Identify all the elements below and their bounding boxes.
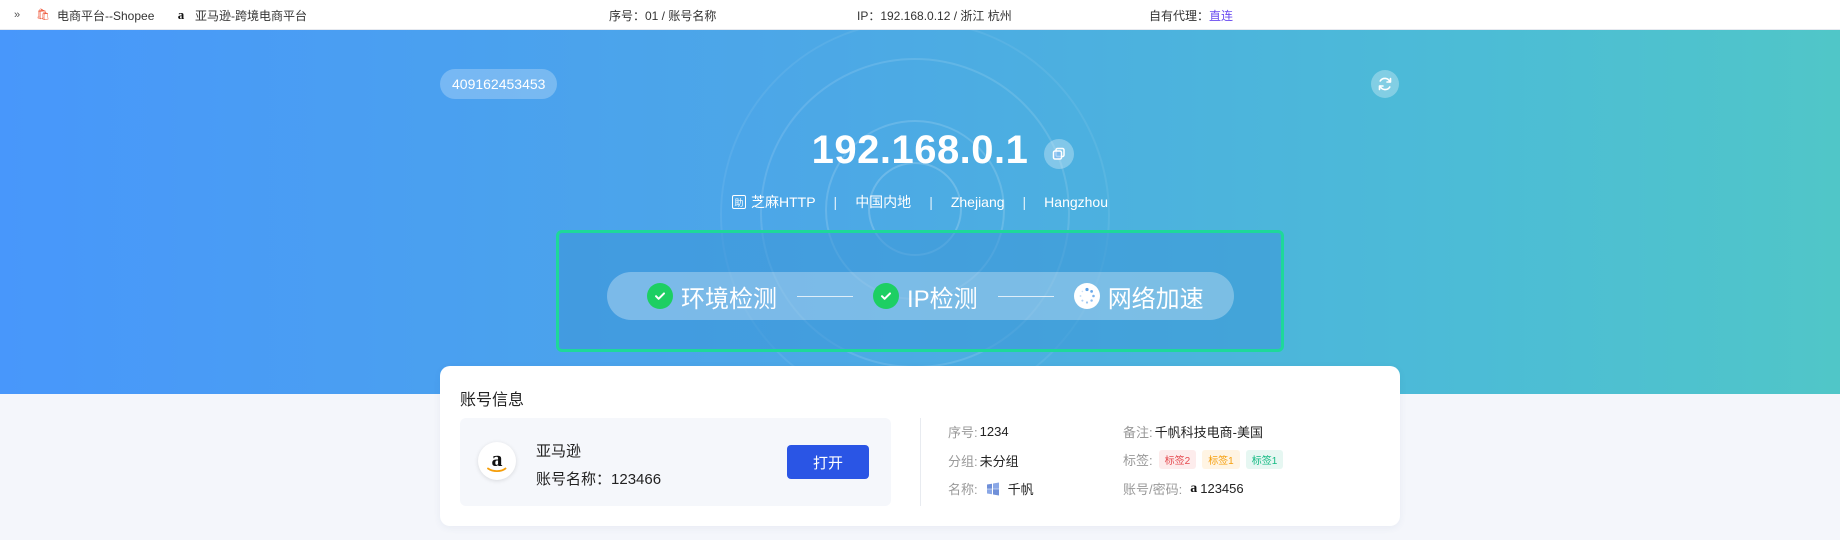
tab-amazon-label: 亚马逊-跨境电商平台: [195, 8, 307, 23]
platform-panel: a 亚马逊 账号名称：123466 打开: [460, 418, 891, 506]
account-info-card: 账号信息 a 亚马逊 账号名称：123466 打开 序号: 1234 分组: 未…: [440, 366, 1400, 526]
loading-spinner-icon: [1073, 283, 1100, 309]
amazon-icon: a: [177, 7, 185, 22]
tags-label: 标签:: [1123, 453, 1153, 468]
check-circle-icon: [647, 283, 673, 309]
step-environment-check: 环境检测: [647, 279, 777, 314]
tag-badge: 标签1: [1245, 450, 1284, 469]
ip-meta-row: 助 芝麻HTTP | 中国内地 | Zhejiang | Hangzhou: [0, 192, 1840, 212]
detection-panel: 环境检测 IP检测 网络加速: [556, 230, 1284, 352]
provider-icon: 助: [731, 195, 746, 209]
amazon-icon: a: [1190, 480, 1198, 496]
name-value: 千帆: [1007, 482, 1034, 497]
divider: [920, 418, 921, 506]
separator: |: [929, 194, 933, 210]
tab-shopee[interactable]: 🛍 电商平台--Shopee: [36, 0, 154, 30]
ip-address-display: 192.168.0.1: [811, 128, 1029, 172]
group-label: 分组:: [948, 454, 978, 469]
top-bar: » 🛍 电商平台--Shopee a 亚马逊-跨境电商平台 序号：01 / 账号…: [0, 0, 1840, 30]
shopee-bag-icon: 🛍: [36, 9, 50, 21]
windows-icon: [986, 482, 999, 495]
name-label: 名称:: [948, 482, 978, 497]
ip-location-info: IP：192.168.0.12 / 浙江 杭州: [857, 8, 1012, 23]
step-connector: [997, 295, 1054, 297]
note-label: 备注:: [1123, 425, 1153, 440]
serial-label: 序号:: [948, 425, 978, 440]
card-title: 账号信息: [460, 392, 525, 409]
name-field: 名称: 千帆: [948, 479, 1034, 498]
refresh-icon: [1378, 77, 1392, 91]
step-network-acceleration: 网络加速: [1073, 279, 1204, 314]
proxy-direct-link[interactable]: 直连: [1209, 7, 1233, 24]
serial-field: 序号: 1234: [948, 422, 1009, 441]
platform-name: 亚马逊: [536, 443, 582, 460]
group-value: 未分组: [979, 454, 1019, 469]
expand-tabs-icon[interactable]: »: [14, 0, 20, 30]
serial-value: 1234: [979, 424, 1009, 439]
tab-shopee-label: 电商平台--Shopee: [57, 8, 155, 23]
password-value: 123456: [1200, 481, 1244, 496]
proxy-label: 自有代理：: [1149, 8, 1210, 23]
platform-account: 账号名称：123466: [536, 468, 661, 489]
hero-banner: 409162453453 192.168.0.1 助 芝麻HTTP | 中国内地…: [0, 30, 1840, 394]
tag-badge: 标签1: [1202, 450, 1240, 469]
detection-steps: 环境检测 IP检测 网络加速: [607, 272, 1234, 320]
step-label: 网络加速: [1107, 285, 1204, 313]
province-name: Zhejiang: [950, 194, 1005, 210]
open-button[interactable]: 打开: [787, 445, 869, 479]
step-connector: [797, 295, 853, 297]
tag-badge: 标签2: [1158, 450, 1197, 469]
note-field: 备注: 千帆科技电商-美国: [1123, 422, 1263, 441]
step-label: IP检测: [907, 285, 978, 313]
separator: |: [1022, 194, 1027, 210]
copy-ip-button[interactable]: [1044, 139, 1074, 169]
provider-name: 芝麻HTTP: [750, 194, 816, 210]
serial-account-info: 序号：01 / 账号名称: [609, 8, 717, 23]
step-label: 环境检测: [681, 285, 777, 313]
copy-icon: [1052, 147, 1065, 160]
region-name: 中国内地: [855, 194, 912, 210]
tags-field: 标签: 标签2 标签1 标签1: [1123, 450, 1289, 469]
proxy-info: 自有代理： 直连: [1149, 0, 1233, 30]
password-field: 账号/密码: a 123456: [1123, 479, 1244, 498]
refresh-button[interactable]: [1371, 70, 1399, 98]
tab-amazon[interactable]: a 亚马逊-跨境电商平台: [174, 0, 307, 30]
password-label: 账号/密码:: [1123, 482, 1183, 497]
group-field: 分组: 未分组: [948, 451, 1019, 470]
city-name: Hangzhou: [1044, 194, 1108, 210]
account-id-chip: 409162453453: [440, 69, 558, 99]
account-name-value: 123466: [611, 471, 662, 488]
amazon-logo-icon: a: [478, 442, 516, 480]
account-name-label: 账号名称：: [536, 471, 612, 488]
step-ip-check: IP检测: [873, 279, 978, 314]
separator: |: [833, 194, 838, 210]
check-circle-icon: [873, 283, 899, 309]
note-value: 千帆科技电商-美国: [1154, 425, 1263, 440]
